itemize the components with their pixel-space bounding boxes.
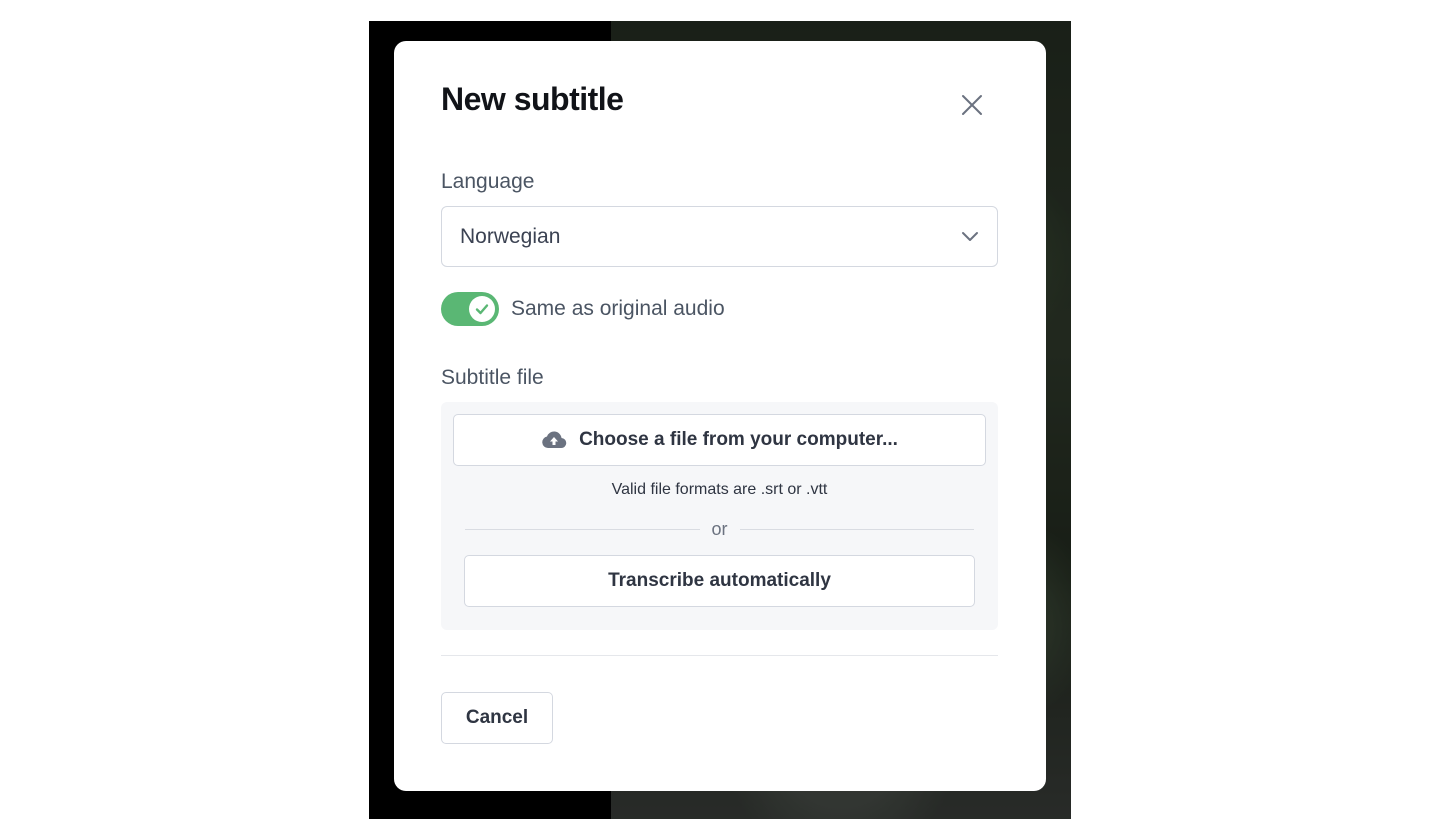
choose-file-label: Choose a file from your computer... (579, 429, 898, 450)
language-label: Language (441, 170, 535, 193)
footer-divider (441, 655, 998, 656)
divider-line-right (739, 528, 975, 530)
new-subtitle-dialog: New subtitle Language Norwegian Same as … (394, 41, 1046, 791)
or-divider: or (465, 517, 975, 541)
close-button[interactable] (954, 87, 990, 123)
choose-file-button[interactable]: Choose a file from your computer... (453, 414, 986, 466)
cancel-button[interactable]: Cancel (441, 692, 553, 744)
language-select[interactable]: Norwegian (441, 206, 998, 267)
transcribe-automatically-button[interactable]: Transcribe automatically (464, 555, 975, 607)
file-format-hint: Valid file formats are .srt or .vtt (611, 481, 828, 498)
subtitle-upload-panel: Choose a file from your computer... Vali… (441, 402, 998, 630)
dialog-title: New subtitle (441, 81, 624, 117)
divider-line-left (465, 528, 700, 530)
toggle-knob (469, 296, 495, 322)
same-as-audio-label: Same as original audio (511, 297, 725, 320)
close-icon (962, 95, 982, 115)
check-icon (475, 304, 489, 315)
chevron-down-icon (962, 231, 978, 241)
language-selected-value: Norwegian (460, 224, 561, 248)
subtitle-file-label: Subtitle file (441, 366, 544, 389)
or-label: or (711, 518, 728, 539)
same-as-audio-row: Same as original audio (441, 291, 725, 327)
same-as-audio-toggle[interactable] (441, 292, 499, 326)
cloud-upload-icon (542, 431, 567, 449)
